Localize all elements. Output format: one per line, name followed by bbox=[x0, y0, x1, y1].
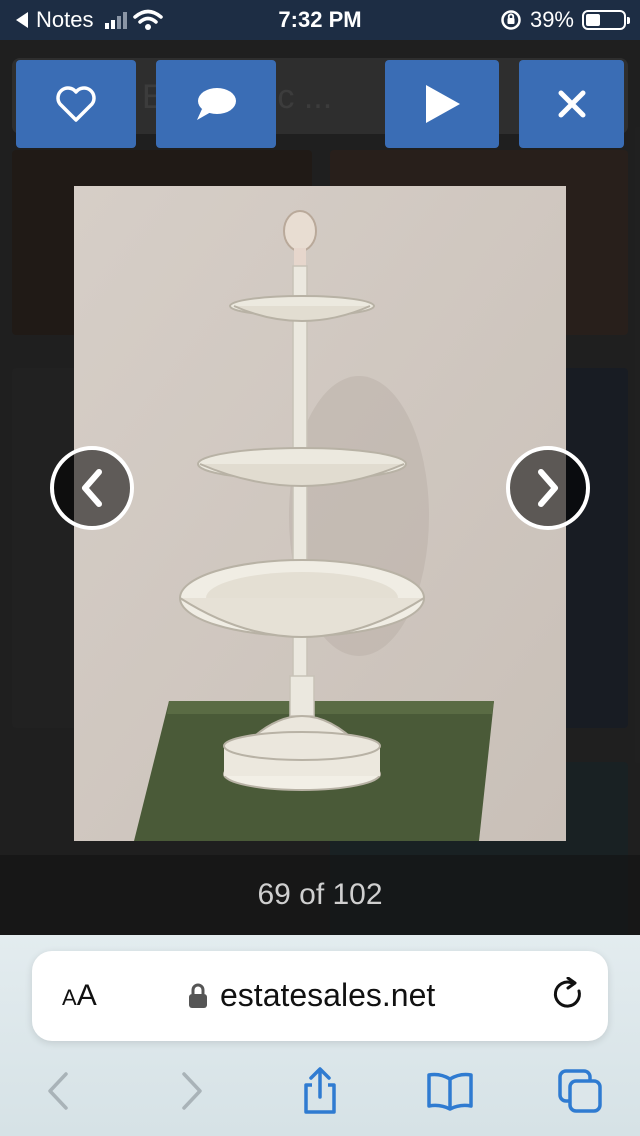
speech-bubble-icon bbox=[197, 88, 236, 120]
tabs-icon bbox=[558, 1069, 602, 1113]
lock-icon bbox=[189, 983, 207, 1008]
address-bar[interactable]: AA estatesales.net bbox=[32, 951, 608, 1041]
text-size-large-a: A bbox=[76, 979, 97, 1012]
orientation-lock-icon bbox=[501, 10, 521, 30]
next-photo-button[interactable] bbox=[506, 446, 590, 530]
browser-back-button[interactable] bbox=[34, 1067, 82, 1115]
chevron-left-icon bbox=[82, 469, 102, 507]
back-app-label[interactable]: Notes bbox=[36, 7, 93, 33]
photo-counter-bar: 69 of 102 bbox=[0, 855, 640, 935]
photo-counter: 69 of 102 bbox=[257, 878, 383, 911]
battery-icon bbox=[582, 10, 630, 30]
play-icon bbox=[426, 85, 460, 123]
bookmarks-button[interactable] bbox=[426, 1067, 474, 1115]
gallery-photo[interactable] bbox=[74, 186, 566, 841]
status-time: 7:32 PM bbox=[278, 7, 362, 32]
reload-icon[interactable] bbox=[552, 977, 586, 1013]
tiered-stand-photo bbox=[74, 186, 566, 841]
text-size-small-a: A bbox=[62, 985, 77, 1010]
tabs-button[interactable] bbox=[556, 1067, 604, 1115]
url-display[interactable]: estatesales.net bbox=[188, 977, 435, 1014]
favorite-button[interactable] bbox=[16, 60, 136, 148]
book-icon bbox=[427, 1072, 473, 1111]
previous-photo-button[interactable] bbox=[50, 446, 134, 530]
browser-bottom-bar: AA estatesales.net bbox=[0, 935, 640, 1136]
chevron-right-icon bbox=[538, 469, 558, 507]
browser-forward-button[interactable] bbox=[168, 1067, 216, 1115]
url-text: estatesales.net bbox=[220, 977, 436, 1013]
wifi-icon bbox=[133, 9, 164, 30]
heart-icon bbox=[56, 86, 96, 122]
chevron-right-icon bbox=[182, 1072, 202, 1110]
close-icon bbox=[558, 90, 585, 118]
battery-percent: 39% bbox=[529, 7, 574, 32]
slideshow-play-button[interactable] bbox=[385, 60, 499, 148]
chevron-left-icon bbox=[48, 1072, 68, 1110]
battery-fill bbox=[586, 14, 601, 26]
status-right: 39% bbox=[406, 7, 630, 33]
status-left: Notes bbox=[14, 7, 234, 33]
close-button[interactable] bbox=[519, 60, 624, 148]
text-size-button[interactable]: AA bbox=[62, 979, 97, 1013]
back-arrow-icon[interactable] bbox=[14, 11, 30, 29]
share-button[interactable] bbox=[296, 1067, 344, 1115]
comment-button[interactable] bbox=[156, 60, 276, 148]
cellular-signal-icon bbox=[105, 11, 128, 29]
status-bar: Notes 7:32 PM 39% bbox=[0, 0, 640, 40]
share-icon bbox=[304, 1067, 336, 1114]
